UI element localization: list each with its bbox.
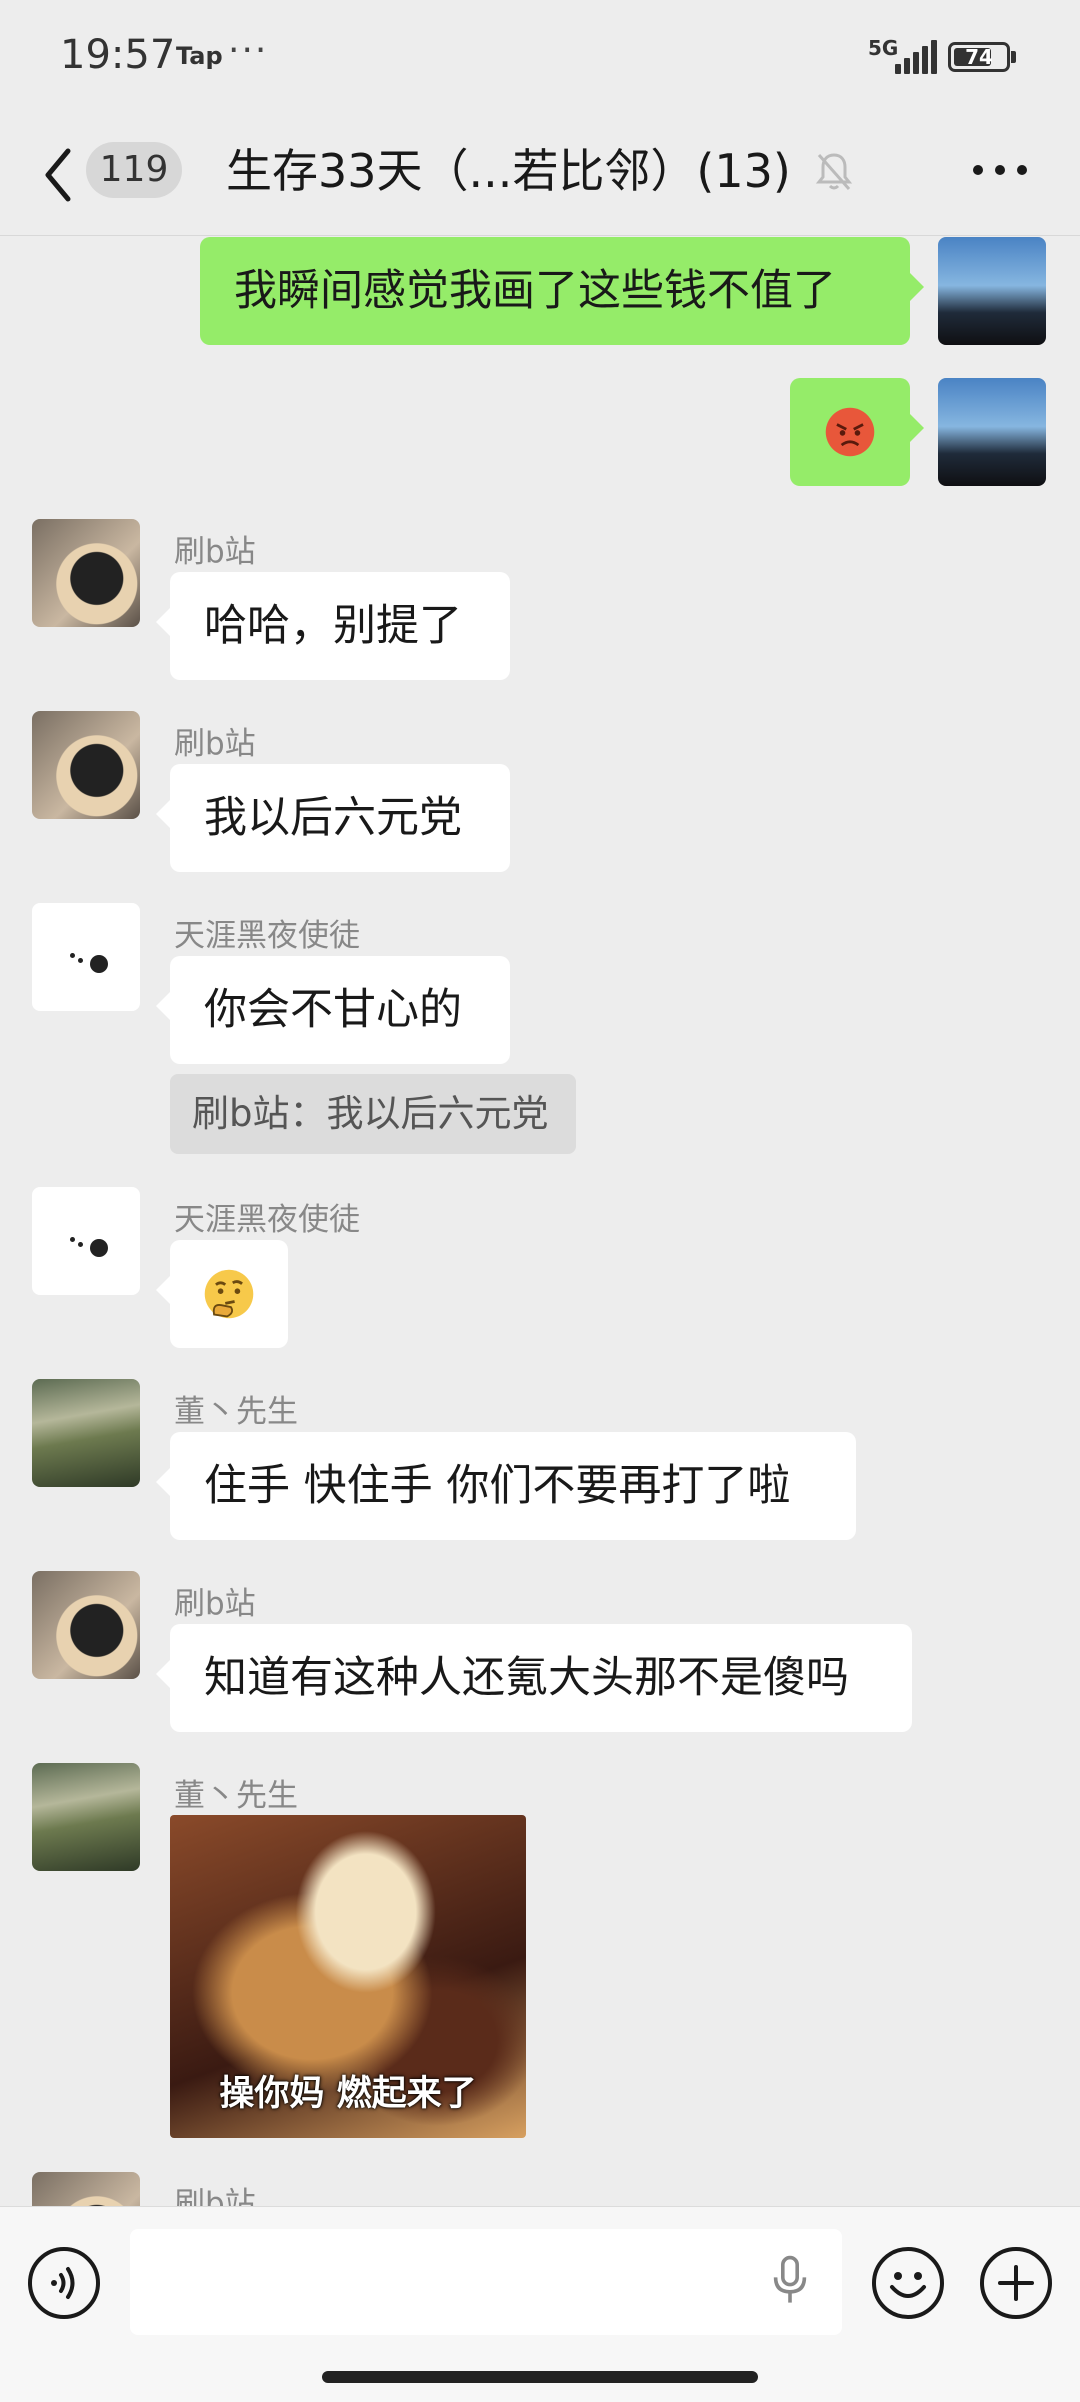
- status-time: 19:57: [60, 32, 176, 78]
- battery-icon: 74: [948, 42, 1016, 72]
- microphone-icon[interactable]: [772, 2255, 808, 2307]
- sticker-caption: 操你妈 燃起来了: [219, 2074, 477, 2114]
- status-app-tag: Tap: [176, 42, 223, 70]
- avatar-sender[interactable]: [32, 1571, 140, 1679]
- message-bubble-incoming[interactable]: 知道有这种人还氪大头那不是傻吗: [156, 1624, 912, 1732]
- smiley-icon[interactable]: [872, 2247, 944, 2319]
- avatar-self[interactable]: [938, 237, 1046, 345]
- voice-icon[interactable]: [28, 2247, 100, 2319]
- sticker-image[interactable]: 操你妈 燃起来了: [170, 1815, 526, 2138]
- thinking-face-icon: [204, 1269, 254, 1319]
- avatar-sender[interactable]: [32, 1379, 140, 1487]
- message-bubble-incoming[interactable]: [156, 1240, 288, 1348]
- unread-count-badge[interactable]: 119: [86, 142, 182, 198]
- avatar-sender[interactable]: [32, 1763, 140, 1871]
- bell-off-icon: [815, 153, 853, 190]
- avatar-sender[interactable]: [32, 903, 140, 1011]
- chat-header: 119 生存33天（...若比邻）(13): [0, 115, 1080, 236]
- avatar-self[interactable]: [938, 378, 1046, 486]
- message-bubble-outgoing[interactable]: 我瞬间感觉我画了这些钱不值了: [200, 237, 924, 345]
- more-horizontal-icon[interactable]: [970, 155, 1030, 185]
- sender-name: 刷b站: [174, 1586, 256, 1622]
- network-type: 5G: [868, 36, 899, 60]
- chat-title[interactable]: 生存33天（...若比邻）(13): [226, 139, 791, 203]
- avatar-sender[interactable]: [32, 1187, 140, 1295]
- message-bubble-incoming[interactable]: 你会不甘心的: [156, 956, 510, 1064]
- message-bubble-incoming[interactable]: 住手 快住手 你们不要再打了啦: [156, 1432, 856, 1540]
- quoted-message[interactable]: 刷b站：我以后六元党: [170, 1074, 576, 1154]
- battery-level: 74: [965, 45, 993, 69]
- sender-name: 刷b站: [174, 534, 256, 570]
- avatar-sender[interactable]: [32, 711, 140, 819]
- sender-name: 刷b站: [174, 726, 256, 762]
- signal-icon: [895, 40, 937, 74]
- sender-name: 天涯黑夜使徒: [174, 1202, 360, 1238]
- sender-name: 董丶先生: [174, 1394, 298, 1430]
- sender-name: 董丶先生: [174, 1778, 298, 1814]
- plus-icon[interactable]: [980, 2247, 1052, 2319]
- message-input[interactable]: [130, 2229, 842, 2335]
- avatar-sender[interactable]: [32, 519, 140, 627]
- sender-name: 天涯黑夜使徒: [174, 918, 360, 954]
- message-bubble-incoming[interactable]: 哈哈，别提了: [156, 572, 510, 680]
- home-indicator[interactable]: [322, 2371, 758, 2383]
- status-bar: 19:57 Tap ··· 5G 74: [0, 0, 1080, 115]
- chevron-left-icon[interactable]: [40, 145, 80, 205]
- input-bar: [0, 2206, 1080, 2402]
- status-more-dots: ···: [228, 30, 269, 71]
- message-bubble-outgoing[interactable]: [790, 378, 924, 486]
- angry-face-icon: [825, 407, 875, 457]
- message-bubble-incoming[interactable]: 我以后六元党: [156, 764, 510, 872]
